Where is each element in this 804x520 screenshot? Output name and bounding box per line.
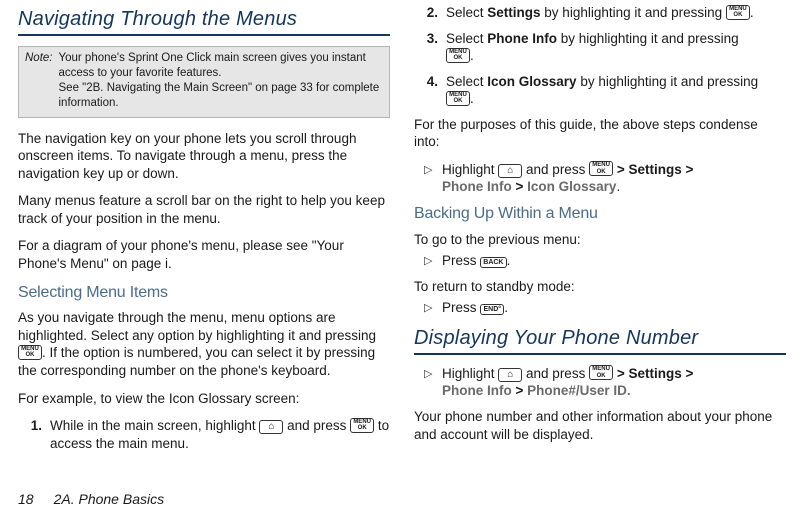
para-example-intro: For example, to view the Icon Glossary s… — [18, 390, 390, 408]
triangle-bullet-icon: ▷ — [424, 161, 434, 196]
step-1: 1. While in the main screen, highlight ⌂… — [28, 417, 390, 452]
step-number: 2. — [424, 4, 438, 22]
triangle-bullet-icon: ▷ — [424, 252, 434, 270]
heading-rule — [414, 353, 786, 355]
back-icon: BACK — [480, 257, 506, 268]
bullet-press-end: ▷ Press END°. — [424, 299, 786, 317]
heading-displaying-number: Displaying Your Phone Number — [414, 325, 786, 351]
para-nav-key: The navigation key on your phone lets yo… — [18, 130, 390, 183]
step-2: 2. Select Settings by highlighting it an… — [424, 4, 786, 22]
para-condense: For the purposes of this guide, the abov… — [414, 116, 786, 151]
triangle-bullet-icon: ▷ — [424, 365, 434, 400]
para-select: As you navigate through the menu, menu o… — [18, 309, 390, 379]
triangle-bullet-icon: ▷ — [424, 299, 434, 317]
end-icon: END° — [480, 304, 504, 315]
page-footer: 18 2A. Phone Basics — [0, 490, 804, 514]
menu-ok-icon: MENUOK — [726, 5, 750, 20]
subheading-backing-up: Backing Up Within a Menu — [414, 204, 786, 225]
para-scrollbar: Many menus feature a scroll bar on the r… — [18, 192, 390, 227]
step-number: 3. — [424, 30, 438, 65]
subheading-selecting: Selecting Menu Items — [18, 283, 390, 304]
step-3: 3. Select Phone Info by highlighting it … — [424, 30, 786, 65]
note-line-1: Your phone's Sprint One Click main scree… — [59, 51, 384, 81]
step-number: 4. — [424, 73, 438, 108]
intro-standby: To return to standby mode: — [414, 278, 786, 296]
menu-ok-icon: MENUOK — [589, 161, 613, 176]
home-icon: ⌂ — [259, 420, 283, 434]
para-menu-diagram: For a diagram of your phone's menu, plea… — [18, 237, 390, 272]
bullet-display-number: ▷ Highlight ⌂ and press MENUOK > Setting… — [424, 365, 786, 400]
note-box: Note: Your phone's Sprint One Click main… — [18, 46, 390, 118]
step-number: 1. — [28, 417, 42, 452]
step-4: 4. Select Icon Glossary by highlighting … — [424, 73, 786, 108]
heading-navigating: Navigating Through the Menus — [18, 6, 390, 32]
page-title: 2A. Phone Basics — [54, 490, 165, 508]
bullet-press-back: ▷ Press BACK. — [424, 252, 786, 270]
intro-previous-menu: To go to the previous menu: — [414, 231, 786, 249]
bullet-condensed: ▷ Highlight ⌂ and press MENUOK > Setting… — [424, 161, 786, 196]
menu-ok-icon: MENUOK — [589, 365, 613, 380]
heading-rule — [18, 34, 390, 36]
menu-ok-icon: MENUOK — [446, 91, 470, 106]
note-label: Note: — [25, 51, 53, 111]
home-icon: ⌂ — [498, 164, 522, 178]
menu-ok-icon: MENUOK — [446, 48, 470, 63]
menu-ok-icon: MENUOK — [350, 418, 374, 433]
home-icon: ⌂ — [498, 368, 522, 382]
page-number: 18 — [18, 490, 34, 508]
para-display-result: Your phone number and other information … — [414, 408, 786, 443]
note-line-2: See "2B. Navigating the Main Screen" on … — [59, 81, 384, 111]
menu-ok-icon: MENUOK — [18, 345, 42, 360]
